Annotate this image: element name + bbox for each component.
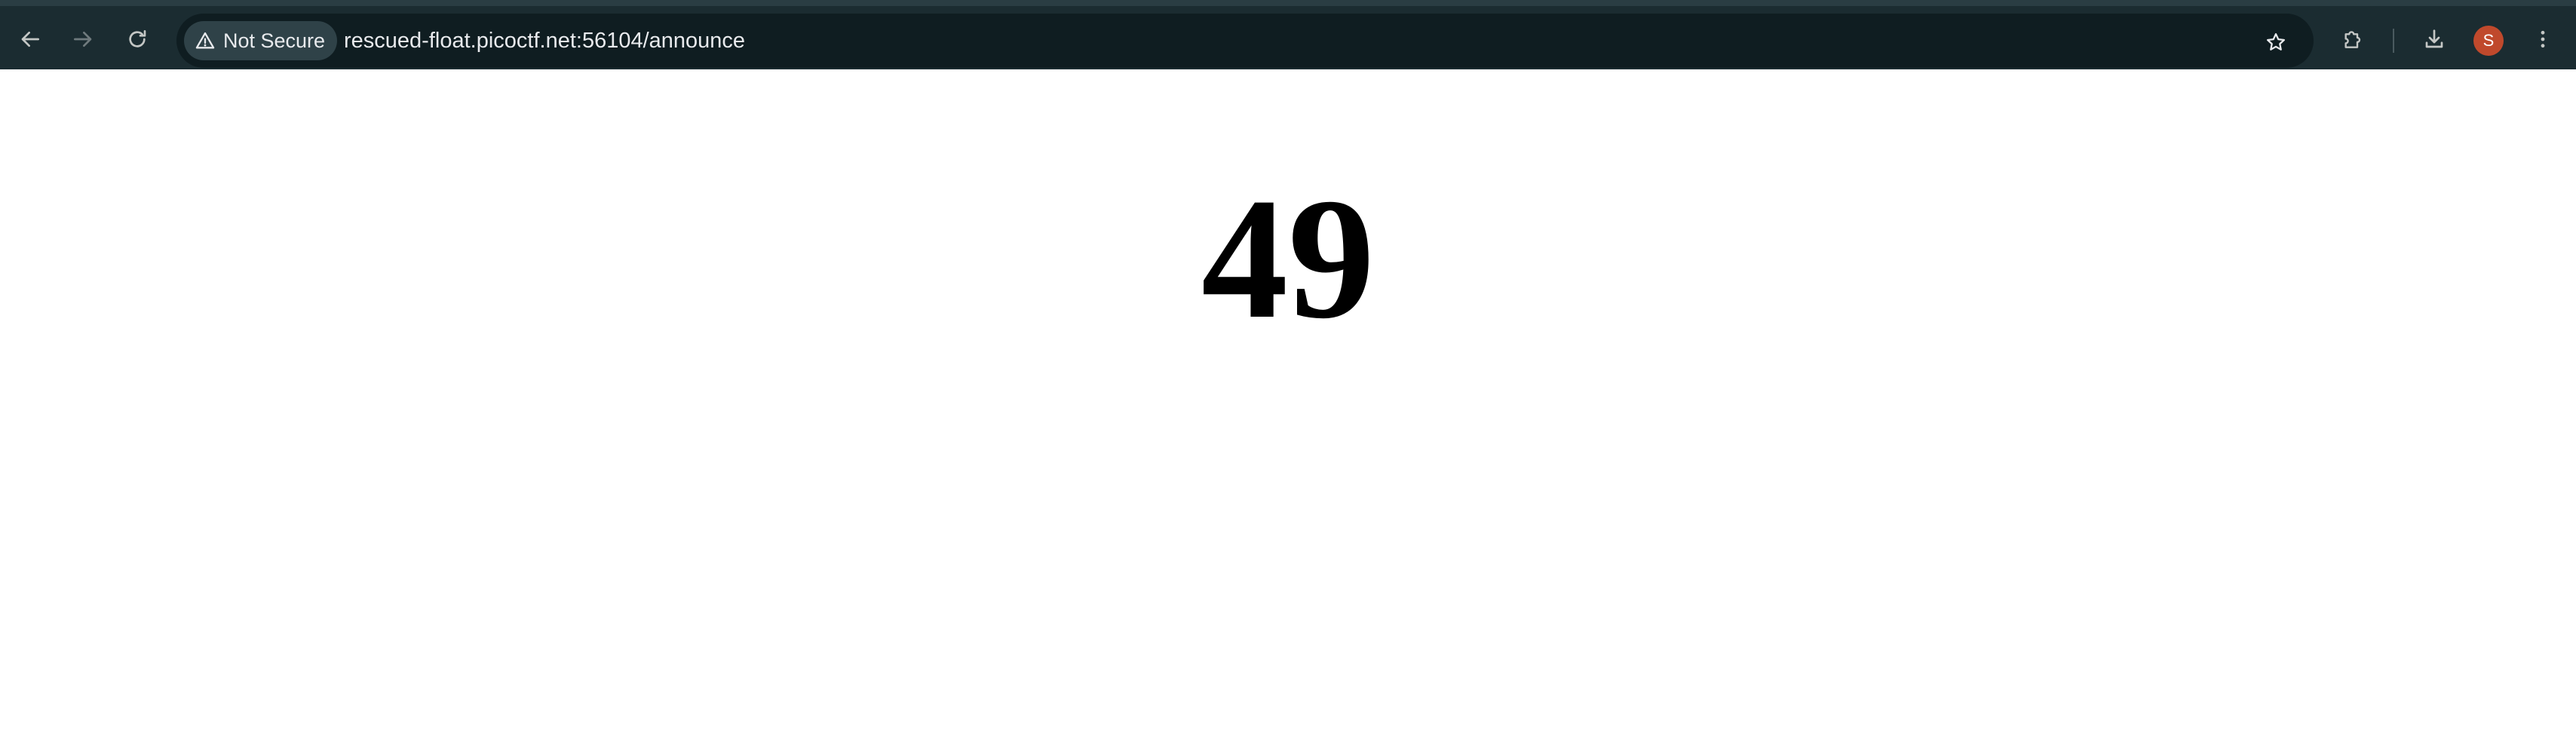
page-content: 49 xyxy=(0,69,2576,745)
profile-avatar[interactable]: S xyxy=(2473,26,2504,56)
forward-button[interactable] xyxy=(62,18,104,60)
toolbar-separator xyxy=(2393,29,2394,53)
download-icon xyxy=(2425,29,2443,48)
browser-menu-button[interactable] xyxy=(2522,18,2564,60)
reload-button[interactable] xyxy=(116,18,158,60)
kebab-menu-icon xyxy=(2541,30,2545,48)
security-label: Not Secure xyxy=(223,29,326,52)
url-text[interactable]: rescued-float.picoctf.net:56104/announce xyxy=(344,14,745,68)
extensions-button[interactable] xyxy=(2332,18,2374,60)
arrow-left-icon xyxy=(21,32,39,47)
address-bar[interactable]: Not Secure rescued-float.picoctf.net:561… xyxy=(176,14,2314,68)
bookmark-button[interactable] xyxy=(2255,21,2297,63)
reload-icon xyxy=(129,30,146,48)
arrow-right-icon xyxy=(74,32,92,47)
browser-toolbar: Not Secure rescued-float.picoctf.net:561… xyxy=(0,0,2576,69)
warning-triangle-icon xyxy=(195,32,215,49)
star-icon xyxy=(2267,33,2285,51)
page-heading: 49 xyxy=(1201,162,1375,354)
downloads-button[interactable] xyxy=(2413,18,2455,60)
security-chip[interactable]: Not Secure xyxy=(184,21,338,60)
back-button[interactable] xyxy=(9,18,51,60)
puzzle-icon xyxy=(2344,31,2361,48)
